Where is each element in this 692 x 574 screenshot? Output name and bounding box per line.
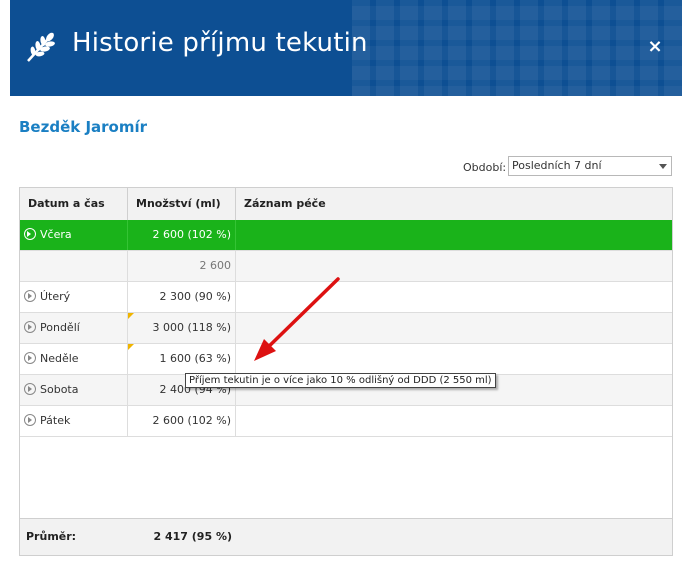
row-day: Pátek <box>40 414 71 427</box>
warning-flag-icon <box>128 344 134 350</box>
expand-arrow-icon[interactable] <box>24 290 36 302</box>
column-header-date[interactable]: Datum a čas <box>20 188 128 220</box>
row-record <box>236 220 672 250</box>
fluid-intake-table: Datum a čas Množství (ml) Záznam péče Vč… <box>19 187 673 556</box>
row-amount: 1 600 (63 %) <box>159 352 231 365</box>
row-day: Pondělí <box>40 321 80 334</box>
warning-flag-icon <box>128 313 134 319</box>
wheat-icon <box>27 32 55 62</box>
dialog-header: Historie příjmu tekutin × <box>10 0 682 96</box>
column-header-care-record[interactable]: Záznam péče <box>236 188 672 220</box>
expand-arrow-icon[interactable] <box>24 383 36 395</box>
expand-arrow-icon[interactable] <box>24 228 36 240</box>
row-day: Neděle <box>40 352 79 365</box>
expand-arrow-icon[interactable] <box>24 414 36 426</box>
table-row[interactable]: Včera 2 600 (102 %) <box>20 220 672 251</box>
row-day: Sobota <box>40 383 79 396</box>
header-pattern <box>352 0 682 96</box>
row-amount: 3 000 (118 %) <box>152 321 231 334</box>
expand-arrow-icon[interactable] <box>24 321 36 333</box>
row-amount: 2 600 <box>128 251 236 281</box>
period-select-value: Posledních 7 dní <box>512 159 602 172</box>
close-icon[interactable]: × <box>646 38 664 56</box>
row-day: Včera <box>40 228 72 241</box>
dialog-title: Historie příjmu tekutin <box>72 28 368 58</box>
row-amount: 2 300 (90 %) <box>128 282 236 312</box>
row-record <box>236 406 672 436</box>
table-row[interactable]: Pátek 2 600 (102 %) <box>20 406 672 437</box>
patient-name: Bezděk Jaromír <box>19 118 148 136</box>
chevron-down-icon[interactable] <box>659 164 667 169</box>
row-day: Úterý <box>40 290 71 303</box>
warning-tooltip: Příjem tekutin je o více jako 10 % odliš… <box>185 373 496 388</box>
period-select[interactable]: Posledních 7 dní <box>508 156 672 176</box>
average-value: 2 417 (95 %) <box>153 530 233 543</box>
period-label: Období: <box>463 161 507 174</box>
row-amount: 2 600 (102 %) <box>128 406 236 436</box>
row-amount: 2 600 (102 %) <box>128 220 236 250</box>
column-header-amount[interactable]: Množství (ml) <box>128 188 236 220</box>
table-header: Datum a čas Množství (ml) Záznam péče <box>20 188 672 221</box>
average-label: Průměr: <box>26 530 77 543</box>
red-arrow-annotation <box>254 277 340 361</box>
expand-arrow-icon[interactable] <box>24 352 36 364</box>
row-day <box>20 251 128 281</box>
table-footer: Průměr: 2 417 (95 %) <box>20 518 672 555</box>
